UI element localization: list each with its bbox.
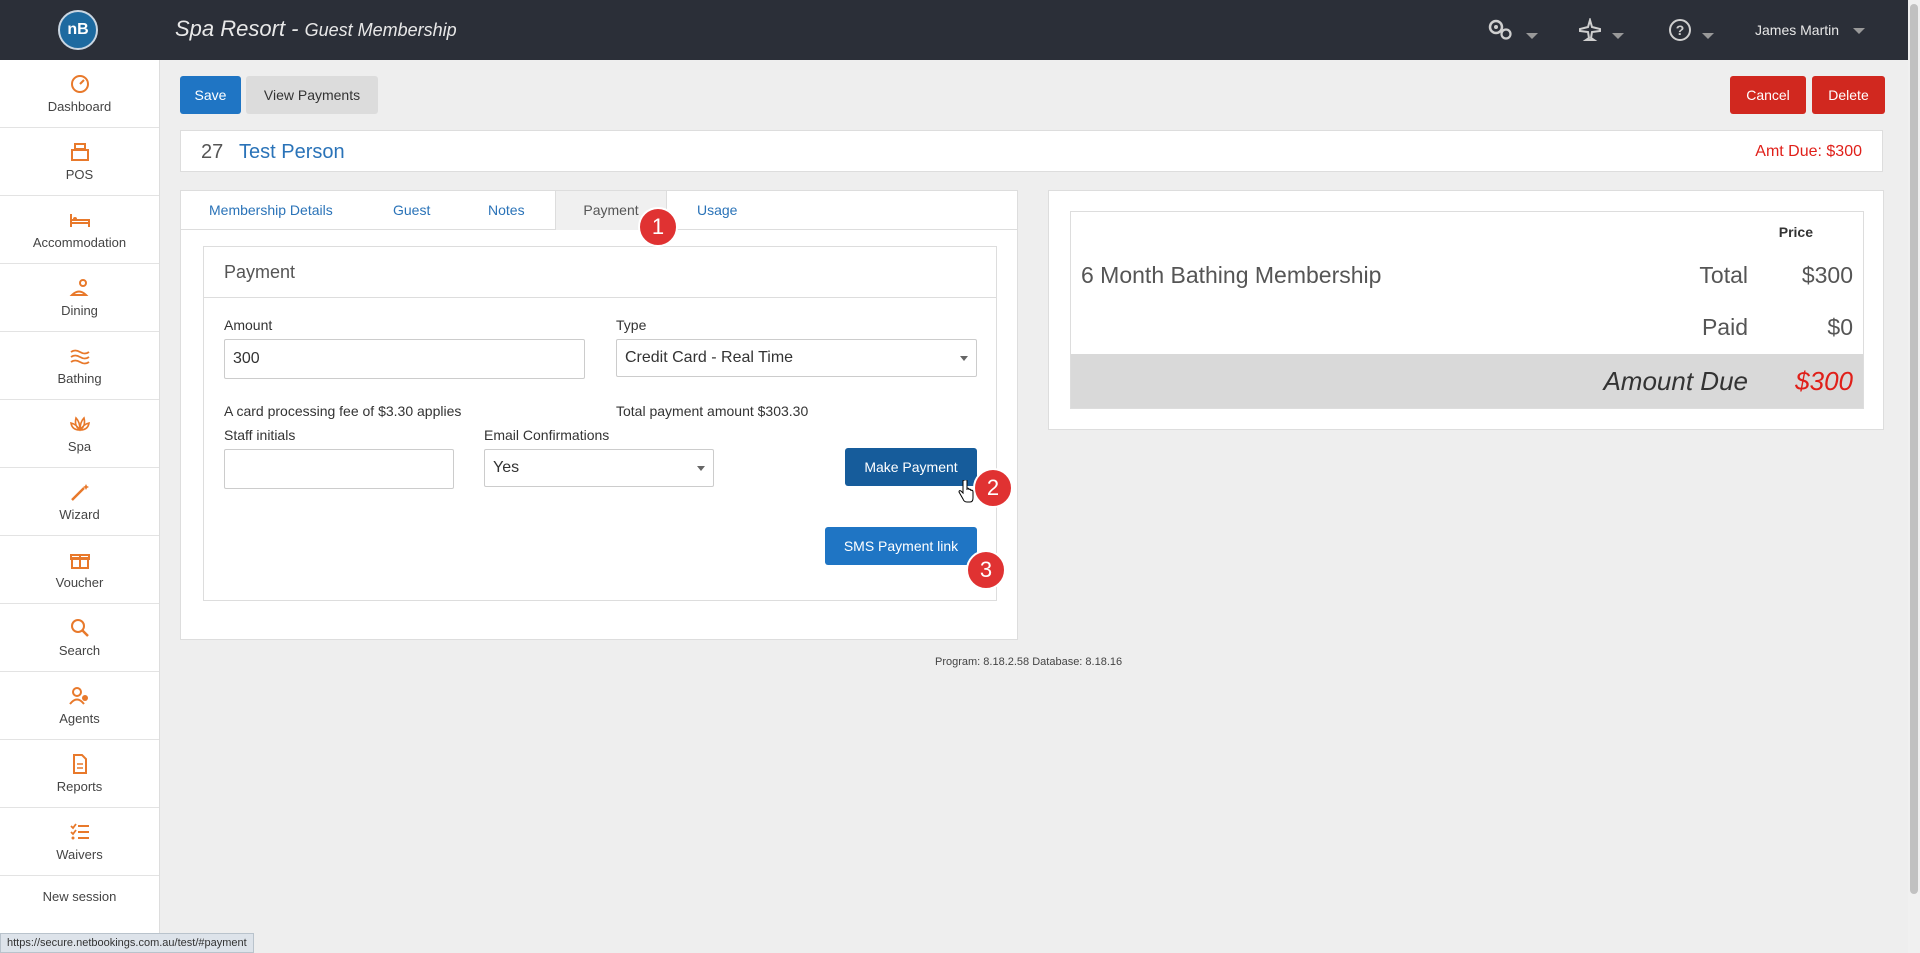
sidebar-item-search[interactable]: Search	[0, 604, 159, 672]
help-icon: ?	[1669, 19, 1691, 41]
save-button[interactable]: Save	[180, 76, 241, 114]
sidebar: Dashboard POS Accommodation Dining Bathi…	[0, 60, 160, 953]
amount-input[interactable]: 300	[224, 339, 585, 379]
sidebar-item-dining[interactable]: Dining	[0, 264, 159, 332]
sidebar-item-spa[interactable]: Spa	[0, 400, 159, 468]
pointer-cursor-icon	[958, 480, 974, 503]
total-payment-note: Total payment amount $303.30	[616, 403, 809, 419]
total-value: $300	[1801, 262, 1853, 288]
view-payments-button[interactable]: View Payments	[246, 76, 378, 114]
sidebar-item-pos[interactable]: POS	[0, 128, 159, 196]
plane-menu[interactable]	[1578, 16, 1624, 48]
sidebar-item-reports[interactable]: Reports	[0, 740, 159, 808]
guest-name-link[interactable]: Test Person	[239, 141, 345, 164]
email-confirmations-label: Email Confirmations	[484, 427, 610, 443]
lotus-icon	[69, 416, 90, 432]
resort-name: Spa Resort	[175, 16, 286, 41]
plane-icon	[1579, 16, 1601, 41]
payment-heading: Payment	[204, 247, 996, 298]
search-icon	[70, 619, 89, 637]
scrollbar-thumb[interactable]	[1910, 4, 1918, 894]
tab-guest[interactable]: Guest	[393, 191, 430, 229]
payment-type-select[interactable]: Credit Card - Real Time	[616, 339, 977, 377]
total-label: Total	[1699, 262, 1748, 288]
amount-label: Amount	[224, 317, 273, 333]
sms-payment-link-button[interactable]: SMS Payment link	[825, 527, 977, 565]
type-label: Type	[616, 317, 647, 333]
step-badge-1: 1	[638, 207, 678, 247]
sidebar-item-accommodation[interactable]: Accommodation	[0, 196, 159, 264]
payment-section: Payment Amount 300 Type Credit Card - Re…	[203, 246, 997, 601]
step-badge-2: 2	[973, 468, 1013, 508]
amount-due-value: $300	[1795, 366, 1853, 396]
staff-initials-label: Staff initials	[224, 427, 296, 443]
version-info: Program: 8.18.2.58 Database: 8.18.16	[935, 656, 1123, 668]
dining-icon	[69, 279, 88, 296]
paid-value: $0	[1827, 314, 1853, 340]
agents-icon	[68, 687, 88, 705]
sidebar-item-wizard[interactable]: Wizard	[0, 468, 159, 536]
staff-initials-input[interactable]	[224, 449, 454, 489]
email-confirmations-select[interactable]: Yes	[484, 449, 714, 487]
bed-icon	[69, 214, 90, 227]
chevron-down-icon	[960, 356, 968, 361]
membership-item-name: 6 Month Bathing Membership	[1081, 262, 1382, 288]
sidebar-item-agents[interactable]: Agents	[0, 672, 159, 740]
tab-bar: Membership Details Guest Notes Payment U…	[181, 191, 1017, 230]
settings-menu[interactable]	[1486, 18, 1538, 48]
paid-label: Paid	[1701, 314, 1748, 340]
user-menu[interactable]: James Martin	[1755, 22, 1866, 38]
checklist-icon	[69, 823, 89, 840]
record-header: 27 Test Person Amt Due: $300	[180, 130, 1883, 172]
gears-icon	[1488, 19, 1512, 40]
amount-due-row: Amount Due $300	[1071, 354, 1863, 408]
page-subtitle: Guest Membership	[304, 20, 457, 40]
tab-notes[interactable]: Notes	[488, 191, 525, 229]
report-icon	[72, 754, 87, 774]
chevron-down-icon	[697, 466, 705, 471]
record-number: 27	[201, 141, 224, 163]
wand-icon	[70, 484, 89, 501]
dashboard-icon	[70, 75, 89, 93]
logo[interactable]: nB	[58, 10, 98, 50]
browser-status-url: https://secure.netbookings.com.au/test/#…	[0, 933, 254, 953]
new-session-link[interactable]: New session	[0, 876, 159, 916]
user-name: James Martin	[1755, 22, 1840, 38]
amount-due-badge: Amt Due: $300	[1755, 143, 1862, 160]
amount-due-label: Amount Due	[1603, 366, 1748, 396]
water-icon	[69, 349, 90, 365]
sidebar-item-waivers[interactable]: Waivers	[0, 808, 159, 876]
tab-membership-details[interactable]: Membership Details	[209, 191, 333, 229]
gift-icon	[69, 554, 90, 569]
top-bar: nB Spa Resort - Guest Membership ? James…	[0, 0, 1908, 60]
tab-usage[interactable]: Usage	[697, 191, 737, 229]
price-column-header: Price	[1778, 224, 1813, 240]
cash-register-icon	[70, 143, 89, 161]
sidebar-item-voucher[interactable]: Voucher	[0, 536, 159, 604]
svg-text:?: ?	[1676, 22, 1685, 38]
price-summary-panel: Price 6 Month Bathing Membership Total $…	[1048, 190, 1884, 430]
step-badge-3: 3	[966, 550, 1006, 590]
cancel-button[interactable]: Cancel	[1730, 76, 1806, 114]
sidebar-item-bathing[interactable]: Bathing	[0, 332, 159, 400]
app-title: Spa Resort - Guest Membership	[175, 16, 457, 41]
sidebar-item-dashboard[interactable]: Dashboard	[0, 60, 159, 128]
fee-note: A card processing fee of $3.30 applies	[224, 403, 462, 419]
membership-tabs-panel: Membership Details Guest Notes Payment U…	[180, 190, 1018, 640]
delete-button[interactable]: Delete	[1812, 76, 1885, 114]
help-menu[interactable]: ?	[1668, 18, 1714, 48]
price-summary-table: Price 6 Month Bathing Membership Total $…	[1070, 211, 1864, 409]
